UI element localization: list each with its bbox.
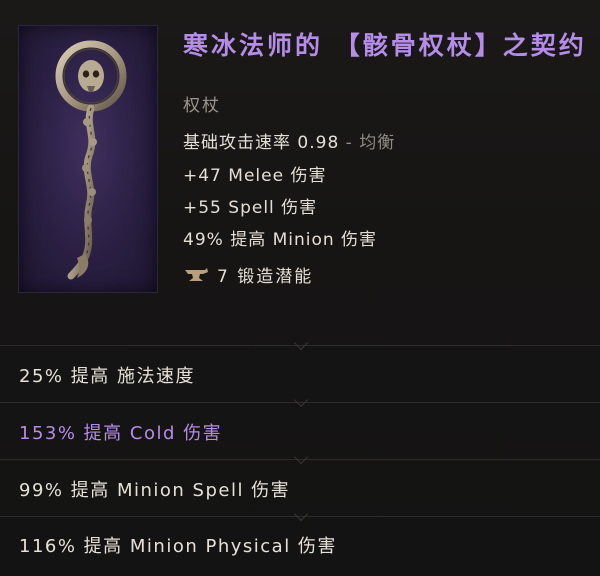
item-title: 寒冰法师的 【骸骨权杖】之契约 <box>183 31 587 60</box>
affix-line-rare: 153% 提高 Cold 伤害 <box>19 423 223 444</box>
affix-line: 99% 提高 Minion Spell 伤害 <box>19 480 291 501</box>
bone-scepter-icon <box>55 40 127 280</box>
base-attack-speed-label: 基础攻击速率 0.98 <box>183 133 340 153</box>
forging-potential: 7 锻造潜能 <box>183 262 313 287</box>
forging-potential-text: 7 锻造潜能 <box>217 267 314 287</box>
implicit-stat: 49% 提高 Minion 伤害 <box>183 230 378 250</box>
affix-line: 25% 提高 施法速度 <box>19 366 195 387</box>
divider-notch <box>293 506 309 522</box>
item-tooltip: 寒冰法师的 【骸骨权杖】之契约 权杖 基础攻击速率 0.98 - 均衡 +47 … <box>0 0 600 576</box>
divider-notch <box>293 392 309 408</box>
item-header: 寒冰法师的 【骸骨权杖】之契约 权杖 基础攻击速率 0.98 - 均衡 +47 … <box>0 0 600 345</box>
affix-line: 116% 提高 Minion Physical 伤害 <box>19 536 337 557</box>
anvil-icon <box>185 267 208 281</box>
item-icon-frame <box>18 25 158 293</box>
divider-notch <box>293 449 309 465</box>
base-attack-speed: 基础攻击速率 0.98 - 均衡 <box>183 128 395 153</box>
implicit-stat: +55 Spell 伤害 <box>183 198 318 218</box>
base-attack-speed-suffix: - 均衡 <box>345 133 396 153</box>
item-type: 权杖 <box>183 96 221 116</box>
implicit-stat: +47 Melee 伤害 <box>183 166 327 186</box>
